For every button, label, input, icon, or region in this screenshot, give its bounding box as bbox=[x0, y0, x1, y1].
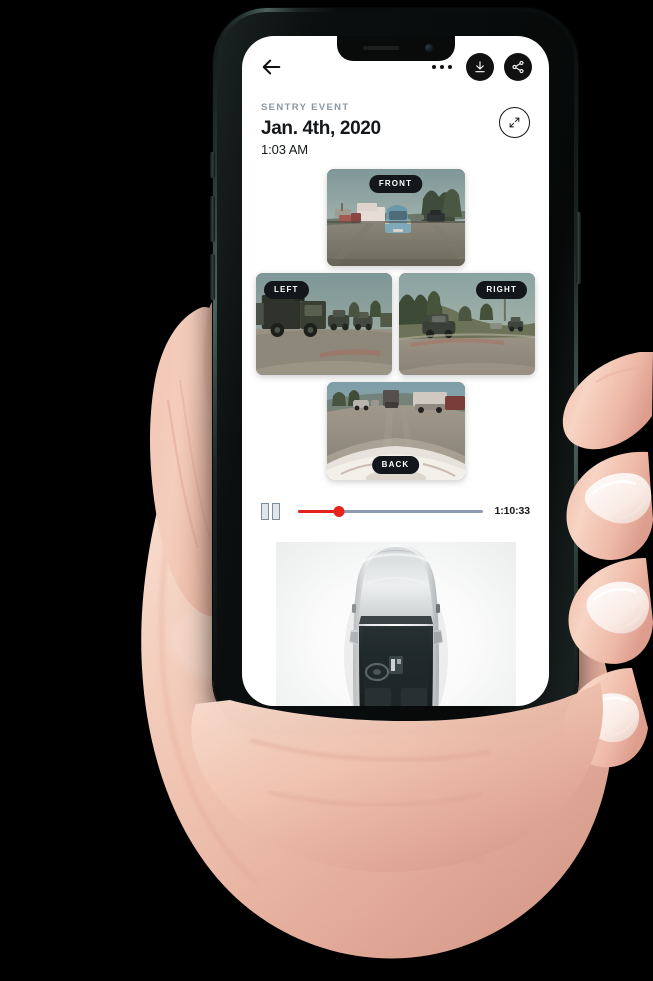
event-header: SENTRY EVENT Jan. 4th, 2020 1:03 AM bbox=[242, 98, 549, 157]
camera-grid: FRONT LEFT RIGHT BACK bbox=[242, 157, 549, 487]
share-icon bbox=[512, 60, 524, 74]
event-date: Jan. 4th, 2020 bbox=[261, 118, 381, 139]
camera-row-back: BACK bbox=[256, 381, 535, 480]
camera-thumb-back[interactable]: BACK bbox=[326, 381, 465, 480]
power-button[interactable] bbox=[576, 212, 581, 284]
share-button[interactable] bbox=[504, 53, 532, 81]
timeline-knob[interactable] bbox=[333, 505, 345, 517]
camera-thumb-right[interactable]: RIGHT bbox=[399, 272, 535, 375]
front-camera-icon bbox=[424, 44, 433, 52]
camera-label-front: FRONT bbox=[368, 174, 423, 193]
camera-row-front: FRONT bbox=[256, 168, 535, 266]
phone-screen: SENTRY EVENT Jan. 4th, 2020 1:03 AM FRON… bbox=[242, 36, 549, 706]
sentry-event-app: SENTRY EVENT Jan. 4th, 2020 1:03 AM FRON… bbox=[242, 36, 549, 706]
vehicle-top-view bbox=[242, 520, 549, 706]
camera-label-right: RIGHT bbox=[476, 280, 527, 299]
camera-thumb-front[interactable]: FRONT bbox=[326, 168, 465, 266]
duration-label: 1:10:33 bbox=[494, 505, 531, 518]
mute-switch[interactable] bbox=[210, 152, 215, 178]
car-top-view-icon bbox=[343, 543, 448, 706]
download-button[interactable] bbox=[466, 53, 494, 81]
camera-label-back: BACK bbox=[371, 455, 420, 474]
expand-fullscreen-button[interactable] bbox=[499, 107, 530, 138]
download-icon bbox=[475, 61, 485, 73]
ring-finger bbox=[568, 558, 653, 664]
middle-finger bbox=[566, 451, 653, 560]
event-time: 1:03 AM bbox=[261, 141, 308, 157]
event-type-label: SENTRY EVENT bbox=[261, 102, 350, 113]
expand-fullscreen-icon bbox=[509, 117, 520, 128]
camera-label-left: LEFT bbox=[264, 280, 309, 299]
earpiece-speaker-icon bbox=[362, 46, 399, 50]
volume-down-button[interactable] bbox=[210, 254, 215, 300]
arrow-left-icon[interactable] bbox=[261, 56, 283, 78]
pause-button[interactable] bbox=[261, 502, 280, 520]
timeline-slider[interactable] bbox=[298, 504, 483, 518]
more-options-icon[interactable] bbox=[432, 65, 452, 69]
camera-row-sides: LEFT RIGHT bbox=[256, 272, 535, 375]
camera-thumb-left[interactable]: LEFT bbox=[256, 272, 392, 375]
volume-up-button[interactable] bbox=[210, 196, 215, 242]
event-header-text: SENTRY EVENT Jan. 4th, 2020 1:03 AM bbox=[261, 102, 499, 157]
playback-controls: 1:10:33 bbox=[242, 487, 549, 520]
notch bbox=[336, 36, 455, 61]
screenshot-stage: SENTRY EVENT Jan. 4th, 2020 1:03 AM FRON… bbox=[0, 0, 653, 981]
